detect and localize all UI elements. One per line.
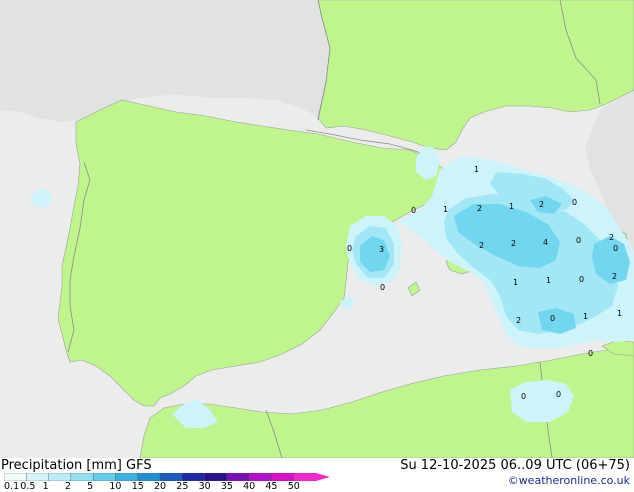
point-label: 2 bbox=[609, 233, 614, 242]
colorbar-arrow bbox=[316, 473, 330, 481]
colorbar bbox=[4, 473, 330, 481]
point-label: 1 bbox=[583, 312, 588, 321]
point-label: 2 bbox=[479, 241, 484, 250]
colorbar-swatch bbox=[115, 473, 139, 481]
point-label: 0 bbox=[556, 390, 561, 399]
point-label: 1 bbox=[443, 205, 448, 214]
point-label: 0 bbox=[550, 314, 555, 323]
map-title: Precipitation [mm] GFS bbox=[1, 458, 152, 473]
map-footer: Precipitation [mm] GFS Su 12-10-2025 06.… bbox=[0, 458, 634, 491]
point-label: 2 bbox=[511, 239, 516, 248]
point-label: 0 bbox=[411, 206, 416, 215]
colorbar-swatch bbox=[137, 473, 161, 481]
colorbar-swatch bbox=[48, 473, 72, 481]
colorbar-swatch bbox=[26, 473, 50, 481]
point-label: 3 bbox=[379, 245, 384, 254]
colorbar-swatch bbox=[4, 473, 27, 481]
point-label: 2 bbox=[516, 316, 521, 325]
point-label: 0 bbox=[521, 392, 526, 401]
colorbar-swatch bbox=[182, 473, 206, 481]
credit-link[interactable]: ©weatheronline.co.uk bbox=[508, 475, 630, 487]
colorbar-swatch bbox=[271, 473, 295, 481]
point-label: 4 bbox=[543, 238, 548, 247]
colorbar-swatch bbox=[92, 473, 116, 481]
point-label: 1 bbox=[546, 276, 551, 285]
point-label: 1 bbox=[509, 202, 514, 211]
point-label: 2 bbox=[539, 200, 544, 209]
colorbar-swatch bbox=[204, 473, 228, 481]
point-label: 0 bbox=[588, 349, 593, 358]
point-label: 2 bbox=[477, 204, 482, 213]
colorbar-swatch bbox=[70, 473, 94, 481]
point-label: 0 bbox=[380, 283, 385, 292]
point-label: 1 bbox=[513, 278, 518, 287]
colorbar-swatch bbox=[248, 473, 272, 481]
point-label: 0 bbox=[579, 275, 584, 284]
point-label: 0 bbox=[613, 244, 618, 253]
valid-time: Su 12-10-2025 06..09 UTC (06+75) bbox=[400, 458, 630, 473]
point-label: 2 bbox=[612, 272, 617, 281]
point-label: 1 bbox=[617, 309, 622, 318]
colorbar-swatch bbox=[159, 473, 183, 481]
point-label: 0 bbox=[347, 244, 352, 253]
colorbar-swatch bbox=[293, 473, 317, 481]
precipitation-map: 1 1 2 1 2 0 0 3 0 0 1 2 2 4 0 2 1 0 2 2 … bbox=[0, 0, 634, 458]
point-label: 0 bbox=[576, 236, 581, 245]
point-label: 1 bbox=[474, 165, 479, 174]
colorbar-swatch bbox=[226, 473, 250, 481]
point-label: 0 bbox=[572, 198, 577, 207]
